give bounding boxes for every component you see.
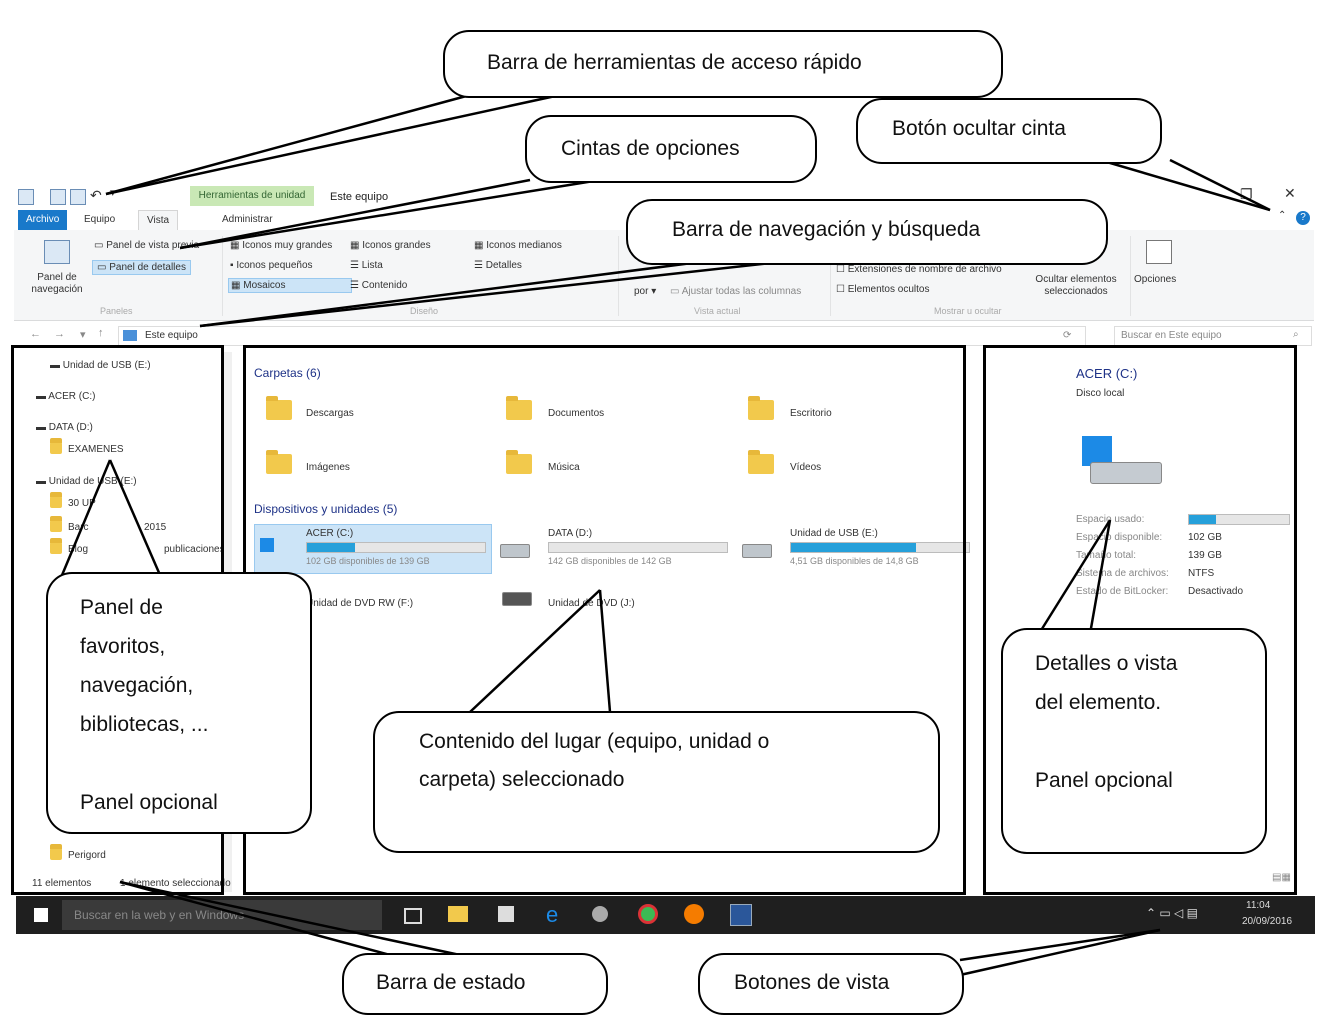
callout-nav-search: Barra de navegación y búsqueda [626,199,1108,265]
callout-left-panel-line: favoritos, [80,635,166,658]
callout-hide-ribbon: Botón ocultar cinta [856,98,1162,164]
callout-left-panel-line [80,744,310,783]
callout-quick-access: Barra de herramientas de acceso rápido [443,30,1003,98]
callout-details-panel-line: Panel opcional [1035,769,1173,792]
callout-left-panel-line: Panel de [80,596,163,619]
callout-hide-ribbon-text: Botón ocultar cinta [892,117,1066,140]
callout-details-panel-line [1035,722,1265,761]
callout-content: Contenido del lugar (equipo, unidad o ca… [373,711,940,853]
callout-details-panel: Detalles o vista del elemento. Panel opc… [1001,628,1267,854]
callout-content-line: carpeta) seleccionado [419,768,625,791]
callout-nav-search-text: Barra de navegación y búsqueda [672,218,981,241]
callout-left-panel-line: Panel opcional [80,791,218,814]
callout-ribbon-text: Cintas de opciones [561,137,740,160]
callout-status-bar: Barra de estado [342,953,608,1015]
callout-left-panel-line: bibliotecas, ... [80,713,209,736]
callout-view-buttons: Botones de vista [698,953,964,1015]
callout-quick-access-text: Barra de herramientas de acceso rápido [487,51,862,74]
callout-details-panel-line: Detalles o vista [1035,652,1178,675]
callout-left-panel: Panel de favoritos, navegación, bibliote… [46,572,312,834]
callout-view-buttons-text: Botones de vista [734,971,890,994]
callout-content-line: Contenido del lugar (equipo, unidad o [419,730,770,753]
callout-details-panel-line: del elemento. [1035,691,1162,714]
callout-ribbon: Cintas de opciones [525,115,817,183]
callout-left-panel-line: navegación, [80,674,194,697]
callout-status-bar-text: Barra de estado [376,971,526,994]
